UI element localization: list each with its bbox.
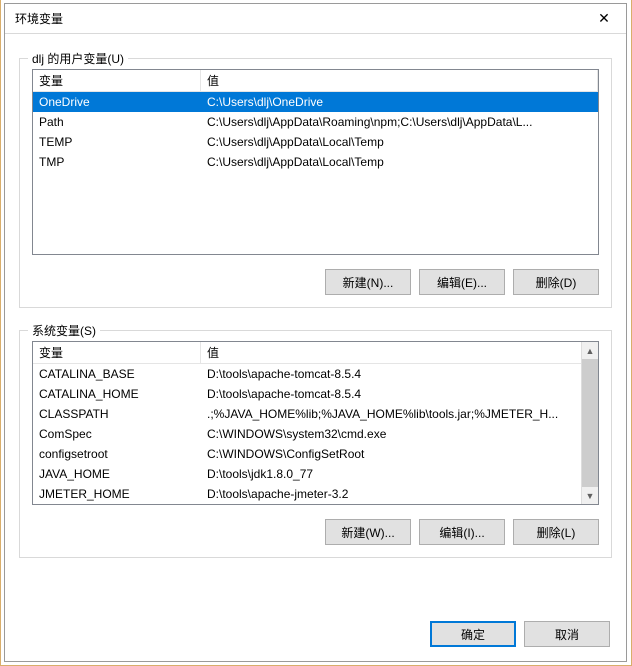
table-row[interactable]: JMETER_HOMED:\tools\apache-jmeter-3.2 [33,484,581,504]
table-row[interactable]: configsetrootC:\WINDOWS\ConfigSetRoot [33,444,581,464]
cell-value: D:\tools\apache-tomcat-8.5.4 [201,364,581,384]
cell-variable: JAVA_HOME [33,464,201,484]
column-value[interactable]: 值 [201,70,598,92]
column-variable[interactable]: 变量 [33,342,201,364]
table-row[interactable]: ComSpecC:\WINDOWS\system32\cmd.exe [33,424,581,444]
table-row[interactable]: CATALINA_HOMED:\tools\apache-tomcat-8.5.… [33,384,581,404]
system-delete-button[interactable]: 删除(L) [513,519,599,545]
ok-button[interactable]: 确定 [430,621,516,647]
cell-value: C:\Users\dlj\AppData\Local\Temp [201,132,598,152]
user-new-button[interactable]: 新建(N)... [325,269,411,295]
cell-value: .;%JAVA_HOME%lib;%JAVA_HOME%lib\tools.ja… [201,404,581,424]
scrollbar[interactable]: ▲ ▼ [581,342,598,504]
close-button[interactable]: ✕ [582,4,626,34]
cell-value: C:\Users\dlj\OneDrive [201,92,598,112]
cell-variable: CLASSPATH [33,404,201,424]
window-title: 环境变量 [15,10,63,27]
cell-variable: TEMP [33,132,201,152]
table-row[interactable]: JAVA_HOMED:\tools\jdk1.8.0_77 [33,464,581,484]
cell-variable: ComSpec [33,424,201,444]
system-variables-list[interactable]: 变量 值 CATALINA_BASED:\tools\apache-tomcat… [32,341,599,505]
cell-value: D:\tools\apache-jmeter-3.2 [201,484,581,504]
table-row[interactable]: OneDriveC:\Users\dlj\OneDrive [33,92,598,112]
scroll-up-icon[interactable]: ▲ [582,342,598,359]
user-edit-button[interactable]: 编辑(E)... [419,269,505,295]
table-row[interactable]: CATALINA_BASED:\tools\apache-tomcat-8.5.… [33,364,581,384]
cancel-button[interactable]: 取消 [524,621,610,647]
table-row[interactable]: PathC:\Users\dlj\AppData\Roaming\npm;C:\… [33,112,598,132]
cell-variable: OneDrive [33,92,201,112]
column-variable[interactable]: 变量 [33,70,201,92]
cell-value: C:\Users\dlj\AppData\Roaming\npm;C:\User… [201,112,598,132]
system-variables-group: 系统变量(S) 变量 值 CATALINA_BASED:\tools\apach… [19,330,612,558]
cell-value: C:\WINDOWS\system32\cmd.exe [201,424,581,444]
scroll-thumb[interactable] [582,359,598,487]
column-value[interactable]: 值 [201,342,598,364]
user-variables-list[interactable]: 变量 值 OneDriveC:\Users\dlj\OneDrivePathC:… [32,69,599,255]
cell-variable: Path [33,112,201,132]
user-variables-group: dlj 的用户变量(U) 变量 值 OneDriveC:\Users\dlj\O… [19,58,612,308]
cell-variable: CATALINA_HOME [33,384,201,404]
user-variables-legend: dlj 的用户变量(U) [28,50,128,67]
cell-variable: JMETER_HOME [33,484,201,504]
scroll-down-icon[interactable]: ▼ [582,487,598,504]
table-row[interactable]: CLASSPATH.;%JAVA_HOME%lib;%JAVA_HOME%lib… [33,404,581,424]
table-row[interactable]: TEMPC:\Users\dlj\AppData\Local\Temp [33,132,598,152]
list-header: 变量 值 [33,342,598,364]
titlebar: 环境变量 ✕ [5,4,626,34]
cell-variable: CATALINA_BASE [33,364,201,384]
system-edit-button[interactable]: 编辑(I)... [419,519,505,545]
environment-variables-dialog: 环境变量 ✕ dlj 的用户变量(U) 变量 值 OneDriveC:\User… [4,3,627,662]
cell-value: D:\tools\jdk1.8.0_77 [201,464,581,484]
list-header: 变量 值 [33,70,598,92]
close-icon: ✕ [598,10,610,27]
cell-value: C:\Users\dlj\AppData\Local\Temp [201,152,598,172]
system-new-button[interactable]: 新建(W)... [325,519,411,545]
cell-value: D:\tools\apache-tomcat-8.5.4 [201,384,581,404]
cell-variable: configsetroot [33,444,201,464]
user-delete-button[interactable]: 删除(D) [513,269,599,295]
cell-value: C:\WINDOWS\ConfigSetRoot [201,444,581,464]
table-row[interactable]: TMPC:\Users\dlj\AppData\Local\Temp [33,152,598,172]
system-variables-legend: 系统变量(S) [28,322,100,339]
cell-variable: TMP [33,152,201,172]
